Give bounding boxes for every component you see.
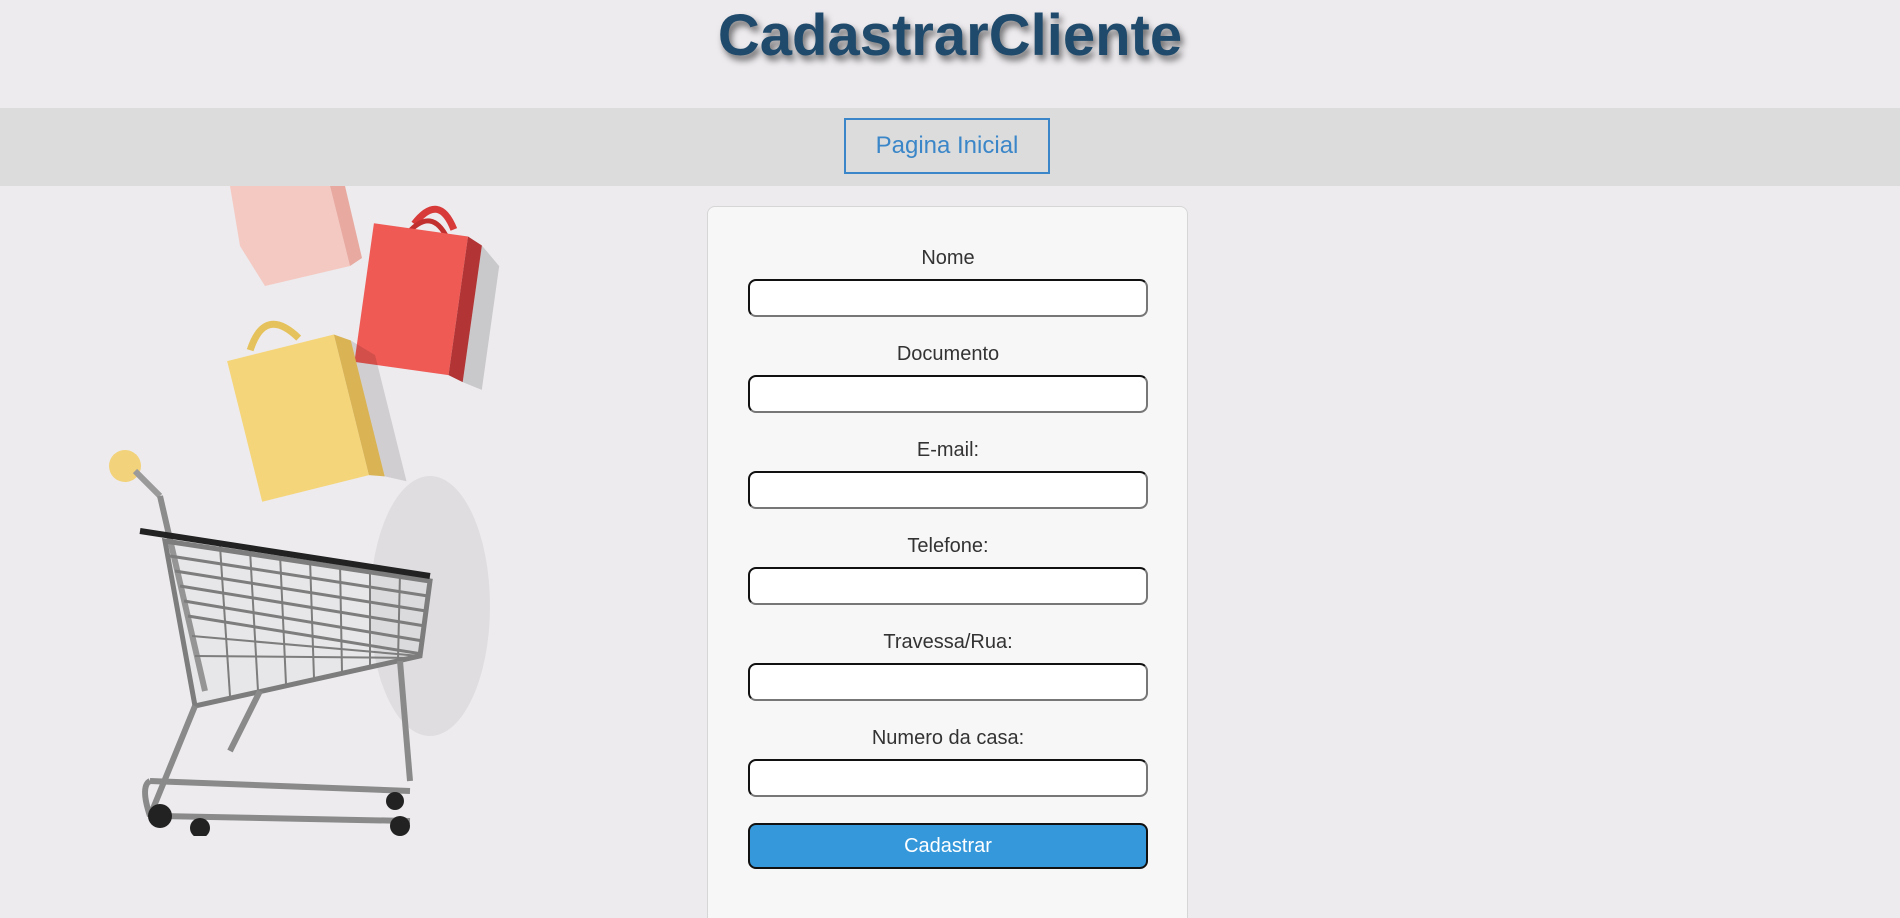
shopping-cart-illustration (109, 186, 500, 836)
numero-casa-label: Numero da casa: (871, 727, 1025, 749)
cadastrar-button[interactable]: Cadastrar (748, 823, 1148, 869)
page-title: CadastrarCliente (717, 3, 1183, 68)
field-email: E-mail: (748, 437, 1148, 509)
numero-casa-input[interactable] (748, 759, 1148, 797)
field-nome: Nome (748, 245, 1148, 317)
documento-label: Documento (896, 343, 1000, 365)
documento-input[interactable] (748, 375, 1148, 413)
nav-bar: Pagina Inicial (0, 108, 1900, 186)
page: CadastrarCliente Pagina Inicial Nome Doc… (0, 0, 1900, 918)
telefone-label: Telefone: (907, 535, 989, 557)
pink-bag-icon (230, 186, 362, 286)
rua-input[interactable] (748, 663, 1148, 701)
field-telefone: Telefone: (748, 533, 1148, 605)
register-form: Nome Documento E-mail: Telefone: Travess… (707, 206, 1188, 918)
nome-input[interactable] (748, 279, 1148, 317)
home-button[interactable]: Pagina Inicial (844, 118, 1050, 174)
field-documento: Documento (748, 341, 1148, 413)
rua-label: Travessa/Rua: (883, 631, 1013, 653)
email-label: E-mail: (916, 439, 980, 461)
field-numero-casa: Numero da casa: (748, 725, 1148, 797)
nome-label: Nome (921, 247, 975, 269)
telefone-input[interactable] (748, 567, 1148, 605)
field-rua: Travessa/Rua: (748, 629, 1148, 701)
email-input[interactable] (748, 471, 1148, 509)
